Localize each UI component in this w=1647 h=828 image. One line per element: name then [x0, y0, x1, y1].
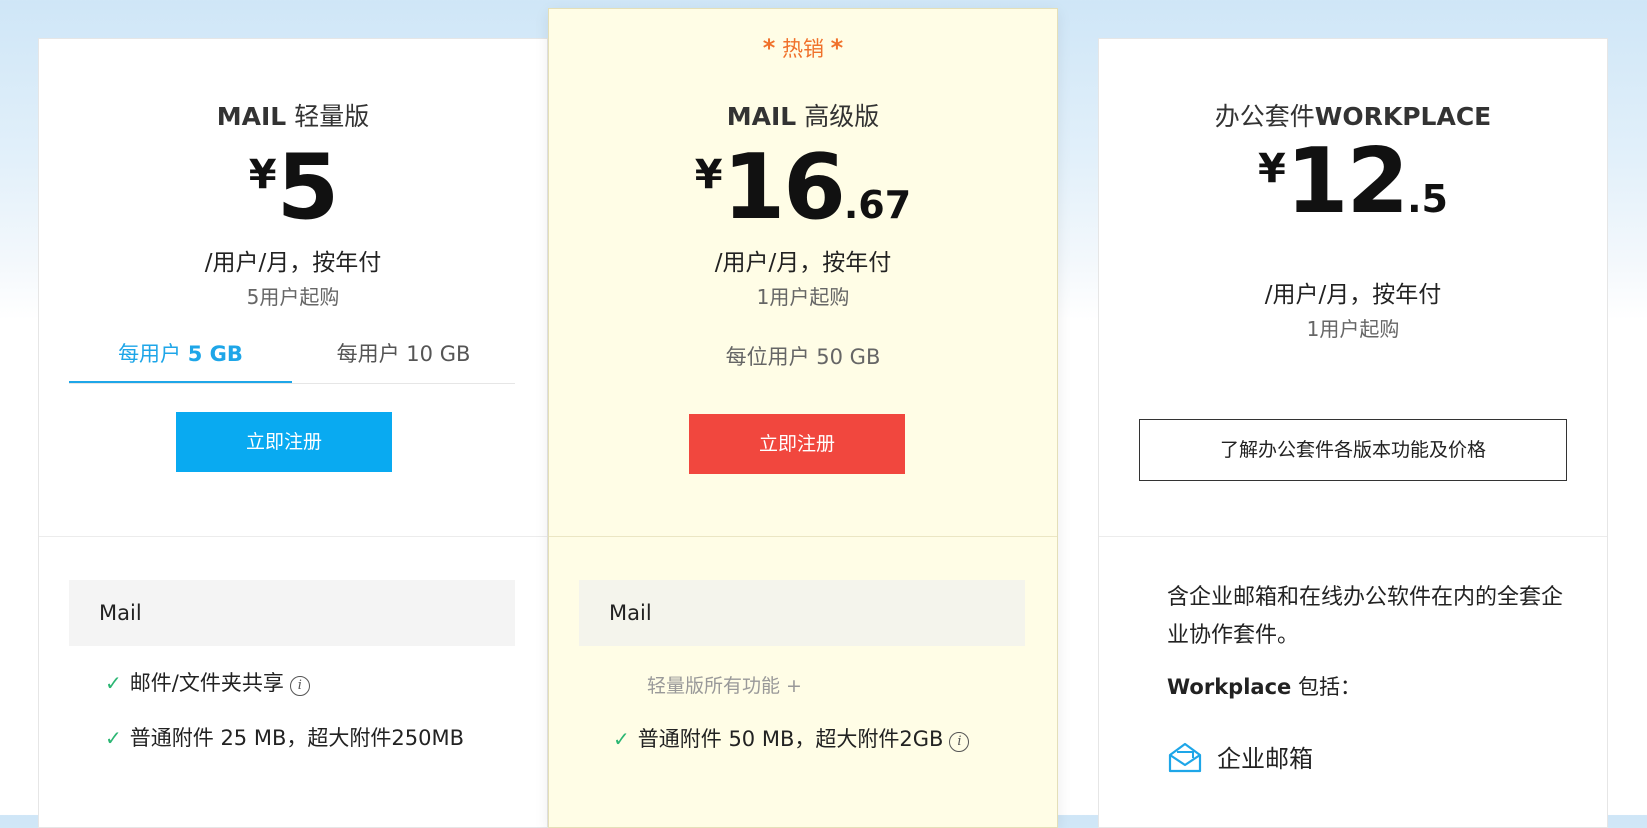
plan-title: MAIL 轻量版: [216, 102, 370, 131]
billing-period: /用户/月，按年付: [714, 250, 892, 276]
price-decimal: .67: [843, 183, 912, 227]
check-icon: ✓: [105, 726, 122, 750]
hot-badge: * 热销 *: [762, 34, 844, 62]
check-icon: ✓: [105, 671, 122, 695]
divider: [1099, 536, 1607, 537]
feature-item: ✓ 普通附件 25 MB，超大附件250MB: [105, 726, 464, 750]
star-icon: *: [830, 34, 844, 62]
plan-price: ¥5: [39, 143, 547, 233]
feature-item: ✓ 普通附件 50 MB，超大附件2GB i: [613, 725, 970, 753]
info-icon[interactable]: i: [949, 732, 970, 752]
currency-symbol: ¥: [1258, 146, 1286, 192]
plan-card-premium: * 热销 * MAIL 高级版 ¥16.67 /用户/月，按年付 1用户起购 每…: [548, 8, 1058, 828]
storage-amount: 每位用户 50 GB: [725, 345, 881, 369]
price-integer: 16: [722, 135, 846, 240]
signup-button-lite[interactable]: 立即注册: [176, 412, 392, 472]
minimum-users: 1用户起购: [756, 285, 850, 309]
currency-symbol: ¥: [248, 152, 277, 198]
info-icon[interactable]: i: [289, 676, 310, 696]
check-icon: ✓: [613, 727, 630, 751]
plan-card-lite: MAIL 轻量版 ¥5 /用户/月，按年付 5用户起购 每用户 5 GB 每用户…: [38, 38, 548, 828]
minimum-users: 5用户起购: [246, 285, 340, 309]
minimum-users: 1用户起购: [1306, 317, 1400, 341]
signup-button-premium[interactable]: 立即注册: [689, 414, 905, 474]
price-integer: 12: [1285, 129, 1409, 234]
star-icon: *: [762, 34, 776, 62]
tab-storage-5gb[interactable]: 每用户 5 GB: [69, 331, 292, 383]
price-integer: 5: [276, 135, 340, 240]
plan-price: ¥16.67: [549, 143, 1057, 233]
tab-storage-10gb[interactable]: 每用户 10 GB: [292, 331, 515, 383]
section-title-mail: Mail: [69, 580, 515, 646]
feature-item: ✓ 邮件/文件夹共享 i: [105, 669, 310, 697]
compare-editions-button[interactable]: 了解办公套件各版本功能及价格: [1139, 419, 1567, 481]
billing-period: /用户/月，按年付: [204, 250, 382, 276]
includes-lite-note: 轻量版所有功能 +: [647, 675, 802, 697]
workplace-description: 含企业邮箱和在线办公软件在内的全套企业协作套件。: [1167, 585, 1564, 648]
included-item-mail: 企业邮箱: [1167, 739, 1313, 781]
includes-heading: Workplace 包括：: [1167, 675, 1361, 699]
currency-symbol: ¥: [694, 152, 723, 198]
section-title-mail: Mail: [579, 580, 1025, 646]
storage-tabs: 每用户 5 GB 每用户 10 GB: [69, 331, 515, 384]
plan-title: 办公套件WORKPLACE: [1214, 102, 1492, 131]
price-decimal: .5: [1407, 177, 1448, 221]
mail-envelope-icon: [1167, 739, 1203, 781]
plan-title: MAIL 高级版: [726, 102, 880, 131]
billing-period: /用户/月，按年付: [1264, 282, 1442, 308]
divider: [39, 536, 547, 537]
plan-card-workplace: 办公套件WORKPLACE ¥12.5 /用户/月，按年付 1用户起购 了解办公…: [1098, 38, 1608, 828]
divider: [549, 536, 1057, 537]
plan-price: ¥12.5: [1099, 137, 1607, 227]
